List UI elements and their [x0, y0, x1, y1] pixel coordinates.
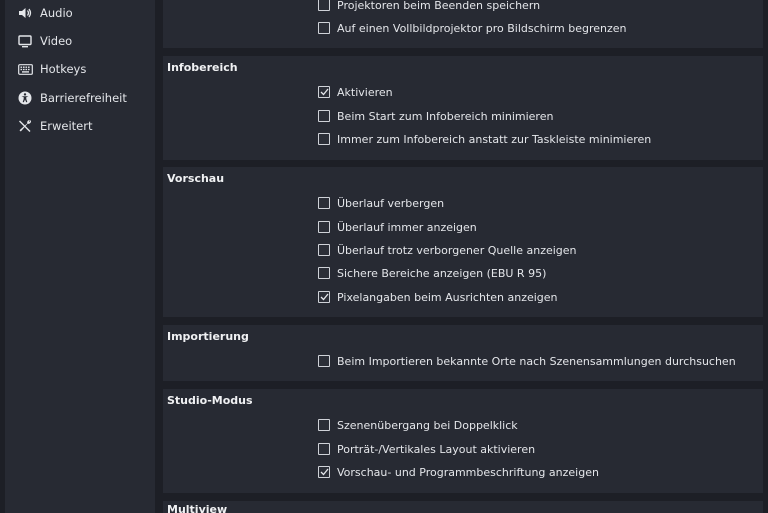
checkbox-box[interactable] — [318, 419, 330, 431]
checkbox-box[interactable] — [318, 291, 330, 303]
checkbox-ueberlauf-verbergen[interactable]: Überlauf verbergen — [318, 195, 444, 211]
section-title: Importierung — [167, 330, 249, 343]
monitor-icon — [14, 34, 36, 48]
checkbox-box[interactable] — [318, 355, 330, 367]
checkbox-vollbildprojektor-begrenzen[interactable]: Auf einen Vollbildprojektor pro Bildschi… — [318, 20, 626, 36]
checkbox-label: Sichere Bereiche anzeigen (EBU R 95) — [337, 266, 547, 280]
checkbox-label: Überlauf verbergen — [337, 196, 445, 210]
section-title: Vorschau — [167, 172, 225, 185]
checkbox-box[interactable] — [318, 244, 330, 256]
checkbox-pixelangaben[interactable]: Pixelangaben beim Ausrichten anzeigen — [318, 289, 558, 305]
checkbox-programmbeschriftung[interactable]: Vorschau- und Programmbeschriftung anzei… — [318, 464, 599, 480]
checkbox-box[interactable] — [318, 0, 330, 11]
checkbox-label: Pixelangaben beim Ausrichten anzeigen — [337, 290, 558, 304]
checkbox-label: Projektoren beim Beenden speichern — [337, 0, 541, 12]
checkbox-label: Überlauf immer anzeigen — [337, 220, 477, 234]
sidebar-item-audio[interactable]: Audio — [5, 0, 155, 26]
checkbox-box[interactable] — [318, 22, 330, 34]
sidebar-item-label: Hotkeys — [40, 62, 87, 76]
sidebar-item-label: Audio — [40, 6, 73, 20]
section-vorschau: Vorschau Überlauf verbergen Überlauf imm… — [163, 167, 763, 317]
checkbox-box[interactable] — [318, 443, 330, 455]
checkbox-box[interactable] — [318, 267, 330, 279]
checkbox-label: Beim Importieren bekannte Orte nach Szen… — [337, 354, 736, 368]
checkbox-ueberlauf-immer[interactable]: Überlauf immer anzeigen — [318, 219, 477, 235]
sidebar-item-hotkeys[interactable]: Hotkeys — [5, 56, 155, 82]
checkbox-ueberlauf-verborgen[interactable]: Überlauf trotz verborgener Quelle anzeig… — [318, 242, 577, 258]
section-studio-modus: Studio-Modus Szenenübergang bei Doppelkl… — [163, 389, 763, 493]
section-multiview: Multiview — [163, 501, 763, 513]
speaker-icon — [14, 6, 36, 20]
section-title: Studio-Modus — [167, 394, 253, 407]
sidebar-item-label: Barrierefreiheit — [40, 91, 127, 105]
sidebar-item-label: Video — [40, 34, 73, 48]
sidebar-item-erweitert[interactable]: Erweitert — [5, 113, 155, 139]
checkbox-label: Auf einen Vollbildprojektor pro Bildschi… — [337, 21, 627, 35]
checkbox-box[interactable] — [318, 221, 330, 233]
checkbox-label: Beim Start zum Infobereich minimieren — [337, 109, 554, 123]
checkbox-szenenuebergang-doppelklick[interactable]: Szenenübergang bei Doppelklick — [318, 417, 518, 433]
checkbox-infobereich-aktivieren[interactable]: Aktivieren — [318, 84, 393, 100]
checkbox-importieren-orte[interactable]: Beim Importieren bekannte Orte nach Szen… — [318, 353, 736, 369]
checkbox-box[interactable] — [318, 466, 330, 478]
checkbox-vertikales-layout[interactable]: Porträt-/Vertikales Layout aktivieren — [318, 441, 535, 457]
checkbox-label: Vorschau- und Programmbeschriftung anzei… — [337, 465, 599, 479]
checkbox-sichere-bereiche[interactable]: Sichere Bereiche anzeigen (EBU R 95) — [318, 265, 546, 281]
checkbox-projektoren-speichern[interactable]: Projektoren beim Beenden speichern — [318, 0, 540, 13]
accessibility-icon — [14, 91, 36, 105]
section-projektoren: Projektoren beim Beenden speichern Auf e… — [163, 0, 763, 48]
checkbox-immer-infobereich[interactable]: Immer zum Infobereich anstatt zur Taskle… — [318, 131, 651, 147]
checkbox-start-minimieren[interactable]: Beim Start zum Infobereich minimieren — [318, 108, 553, 124]
sidebar-item-label: Erweitert — [40, 119, 93, 133]
checkbox-label: Aktivieren — [337, 85, 393, 99]
section-title: Infobereich — [167, 61, 238, 74]
sidebar-item-barrierefreiheit[interactable]: Barrierefreiheit — [5, 85, 155, 111]
checkbox-label: Porträt-/Vertikales Layout aktivieren — [337, 442, 536, 456]
section-infobereich: Infobereich Aktivieren Beim Start zum In… — [163, 56, 763, 160]
keyboard-icon — [14, 62, 36, 76]
checkbox-box[interactable] — [318, 86, 330, 98]
checkbox-label: Überlauf trotz verborgener Quelle anzeig… — [337, 243, 577, 257]
checkbox-box[interactable] — [318, 197, 330, 209]
checkbox-box[interactable] — [318, 133, 330, 145]
sidebar-item-video[interactable]: Video — [5, 28, 155, 54]
tools-icon — [14, 119, 36, 133]
settings-sidebar: Audio Video Hotkeys Barrierefreiheit Erw… — [5, 0, 155, 513]
checkbox-label: Immer zum Infobereich anstatt zur Taskle… — [337, 132, 652, 146]
checkbox-label: Szenenübergang bei Doppelklick — [337, 418, 518, 432]
section-importierung: Importierung Beim Importieren bekannte O… — [163, 325, 763, 381]
settings-window: Audio Video Hotkeys Barrierefreiheit Erw… — [0, 0, 768, 513]
checkbox-box[interactable] — [318, 110, 330, 122]
section-title: Multiview — [167, 503, 228, 513]
